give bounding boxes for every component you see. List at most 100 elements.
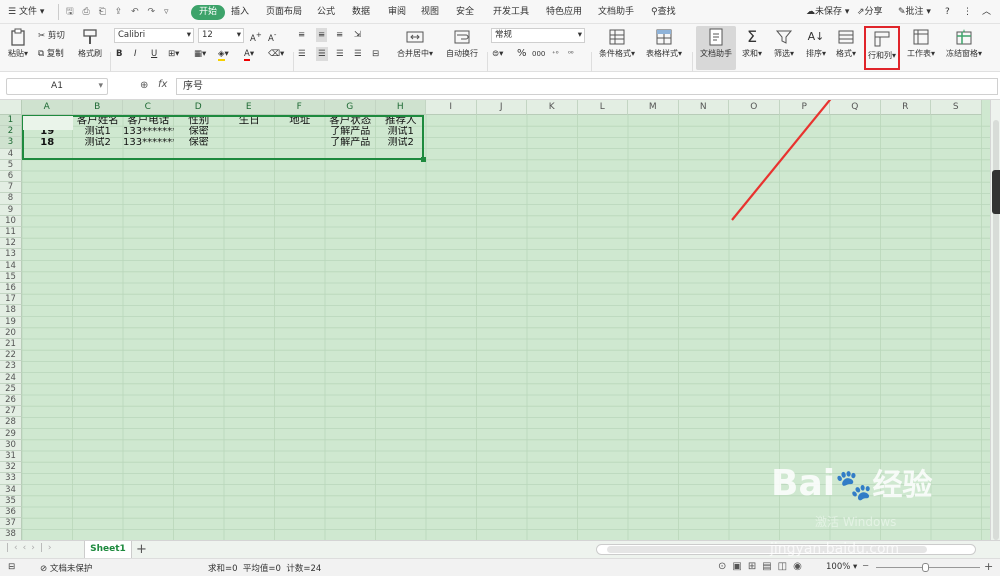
zoom-slider-thumb[interactable] xyxy=(922,563,929,572)
number-format-select[interactable]: 常规 ▾ xyxy=(491,28,585,43)
currency-icon[interactable]: ⊜▾ xyxy=(492,47,503,61)
active-cell[interactable] xyxy=(23,116,73,130)
sheet-nav-arrows[interactable]: |‹‹›|› xyxy=(6,543,56,553)
row-header[interactable]: 8 xyxy=(0,193,22,205)
cut-button[interactable]: ✂ 剪切 xyxy=(38,29,65,43)
column-header-K[interactable]: K xyxy=(527,100,578,115)
help-icon[interactable]: ? xyxy=(945,4,950,20)
row-header[interactable]: 35 xyxy=(0,495,22,507)
column-header-M[interactable]: M xyxy=(628,100,679,115)
tab-review[interactable]: 审阅 xyxy=(388,4,406,20)
tab-insert[interactable]: 插入 xyxy=(231,4,249,20)
row-header[interactable]: 25 xyxy=(0,383,22,395)
paste-button[interactable]: 粘贴▾ xyxy=(4,26,32,70)
more-icon[interactable]: ⋮ xyxy=(963,4,972,20)
tab-security[interactable]: 安全 xyxy=(456,4,474,20)
vertical-scrollbar[interactable] xyxy=(990,100,1000,540)
collapse-ribbon-icon[interactable]: ︿ xyxy=(982,4,991,20)
row-header[interactable]: 20 xyxy=(0,327,22,339)
format-button[interactable]: 格式▾ xyxy=(833,26,859,70)
print-icon[interactable]: ⎗ xyxy=(99,7,106,17)
share-button[interactable]: ⇗分享 xyxy=(857,4,883,20)
tab-home[interactable]: 开始 xyxy=(191,5,226,20)
tab-page-layout[interactable]: 页面布局 xyxy=(266,4,302,20)
row-header[interactable]: 30 xyxy=(0,439,22,451)
merge-center-button[interactable]: 合并居中▾ xyxy=(393,26,437,70)
column-header-D[interactable]: D xyxy=(173,100,224,115)
row-header[interactable]: 28 xyxy=(0,417,22,429)
unsaved-status[interactable]: ☁未保存 ▾ xyxy=(806,4,849,20)
font-size-select[interactable]: 12 ▾ xyxy=(198,28,244,43)
column-header-H[interactable]: H xyxy=(375,100,426,115)
row-header[interactable]: 2 xyxy=(0,126,22,138)
copy-button[interactable]: ⧉ 复制 xyxy=(38,47,64,61)
orientation-icon[interactable]: ⇲ xyxy=(354,28,361,42)
fill-handle[interactable] xyxy=(421,157,426,162)
row-header[interactable]: 19 xyxy=(0,316,22,328)
row-header[interactable]: 32 xyxy=(0,462,22,474)
view-mode-icons[interactable]: ⊙▣⊞▤◫◉ xyxy=(718,561,808,572)
select-all-corner[interactable] xyxy=(0,100,22,115)
underline-button[interactable]: U xyxy=(151,47,157,61)
align-middle-icon[interactable]: ≡ xyxy=(316,28,328,42)
spreadsheet-grid[interactable]: ABCDEFGHIJKLMNOPQRS 1 2 3 4 5 6 7 8 9 10 11 12 13 14 1… xyxy=(0,100,990,540)
name-box[interactable]: A1 ▾ xyxy=(6,78,108,95)
wrap-text-button[interactable]: 自动换行 xyxy=(440,26,484,70)
thousands-button[interactable]: 000 xyxy=(532,47,545,61)
column-header-I[interactable]: I xyxy=(426,100,477,115)
worksheet-button[interactable]: 工作表▾ xyxy=(903,26,939,70)
percent-button[interactable]: % xyxy=(517,47,527,61)
column-header-S[interactable]: S xyxy=(931,100,982,115)
print-preview-icon[interactable]: ⎙ xyxy=(83,7,90,17)
conditional-format-button[interactable]: 条件格式▾ xyxy=(596,26,638,70)
row-header[interactable]: 16 xyxy=(0,283,22,295)
zoom-level[interactable]: 100% ▾ xyxy=(826,562,857,572)
row-header[interactable]: 27 xyxy=(0,406,22,418)
row-header[interactable]: 1 xyxy=(0,115,22,127)
align-top-icon[interactable]: ≡ xyxy=(298,28,305,42)
row-header[interactable]: 14 xyxy=(0,260,22,272)
protection-status[interactable]: ⊘ 文档未保护 xyxy=(40,562,92,574)
row-header[interactable]: 3 xyxy=(0,137,22,149)
align-bottom-icon[interactable]: ≡ xyxy=(336,28,343,42)
bold-button[interactable]: B xyxy=(116,47,122,61)
doc-helper-button[interactable]: 文档助手 xyxy=(696,26,736,70)
italic-button[interactable]: I xyxy=(134,47,137,61)
tab-data[interactable]: 数据 xyxy=(352,4,370,20)
font-grow-button[interactable]: A+ xyxy=(250,28,262,44)
row-header[interactable]: 12 xyxy=(0,238,22,250)
tab-formulas[interactable]: 公式 xyxy=(317,4,335,20)
column-header-R[interactable]: R xyxy=(880,100,931,115)
row-header[interactable]: 38 xyxy=(0,529,22,540)
distribute-icon[interactable]: ⊟ xyxy=(372,47,379,61)
tab-view[interactable]: 视图 xyxy=(421,4,439,20)
row-header[interactable]: 4 xyxy=(0,148,22,160)
row-header[interactable]: 13 xyxy=(0,249,22,261)
undo-icon[interactable]: ↶ xyxy=(131,7,139,17)
row-header[interactable]: 23 xyxy=(0,361,22,373)
row-header[interactable]: 10 xyxy=(0,215,22,227)
column-header-L[interactable]: L xyxy=(577,100,628,115)
column-header-G[interactable]: G xyxy=(325,100,376,115)
row-header[interactable]: 22 xyxy=(0,350,22,362)
row-header[interactable]: 36 xyxy=(0,507,22,519)
row-header[interactable]: 21 xyxy=(0,339,22,351)
layout-icon[interactable]: ⊟ xyxy=(8,562,15,572)
file-menu[interactable]: ☰ 文件 ▾ xyxy=(8,4,44,20)
border-button[interactable]: ⊞▾ xyxy=(168,47,179,61)
row-header[interactable]: 29 xyxy=(0,428,22,440)
zoom-out-button[interactable]: − xyxy=(862,561,869,571)
column-header-F[interactable]: F xyxy=(274,100,325,115)
row-header[interactable]: 34 xyxy=(0,484,22,496)
row-header[interactable]: 18 xyxy=(0,305,22,317)
row-header[interactable]: 15 xyxy=(0,271,22,283)
fill-color-button[interactable]: ◈▾ xyxy=(218,47,229,61)
customize-icon[interactable]: ▿ xyxy=(164,7,169,17)
row-header[interactable]: 7 xyxy=(0,182,22,194)
row-header[interactable]: 31 xyxy=(0,451,22,463)
add-sheet-button[interactable]: + xyxy=(136,541,147,558)
table-style-button[interactable]: 表格样式▾ xyxy=(641,26,687,70)
tab-doc-helper[interactable]: 文档助手 xyxy=(598,4,634,20)
row-header[interactable]: 9 xyxy=(0,204,22,216)
row-column-button[interactable]: 行和列▾ xyxy=(864,26,900,70)
